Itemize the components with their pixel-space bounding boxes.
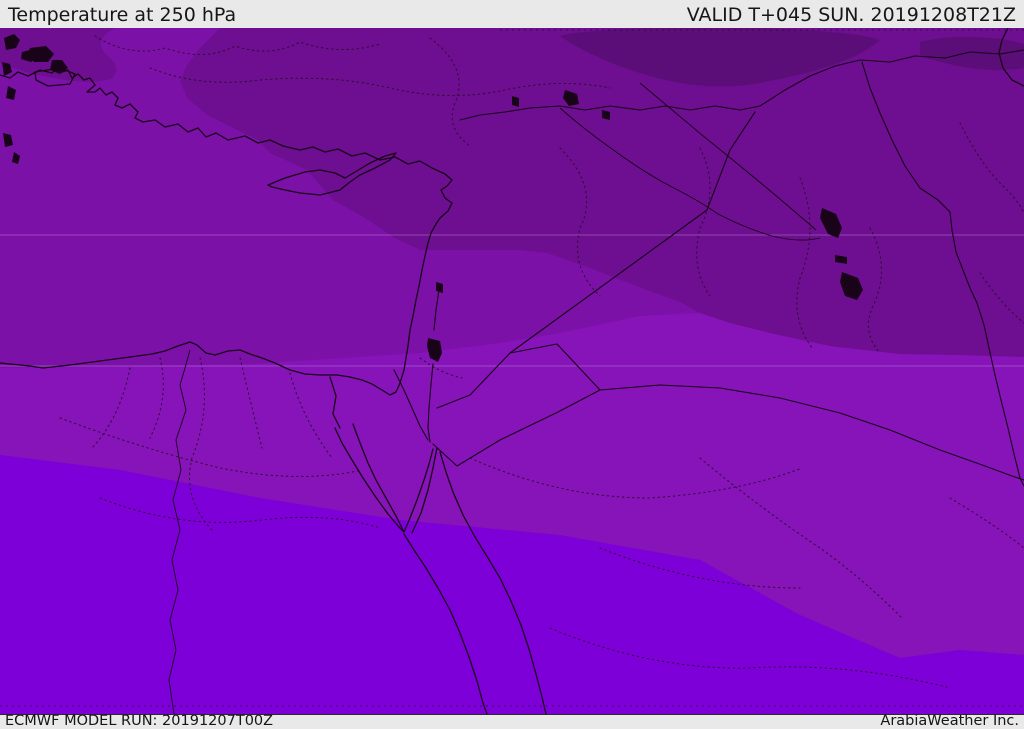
weather-map-container	[0, 28, 1024, 714]
valid-time-label: VALID T+045 SUN. 20191208T21Z	[686, 4, 1016, 26]
page-title: Temperature at 250 hPa	[8, 4, 237, 26]
model-run-label: ECMWF MODEL RUN: 20191207T00Z	[5, 713, 274, 729]
footer-bar: ECMWF MODEL RUN: 20191207T00Z ArabiaWeat…	[0, 714, 1024, 729]
credit-label: ArabiaWeather Inc.	[880, 713, 1019, 729]
header-bar: Temperature at 250 hPa VALID T+045 SUN. …	[0, 0, 1024, 28]
temperature-bands	[0, 28, 1024, 714]
weather-map	[0, 28, 1024, 714]
